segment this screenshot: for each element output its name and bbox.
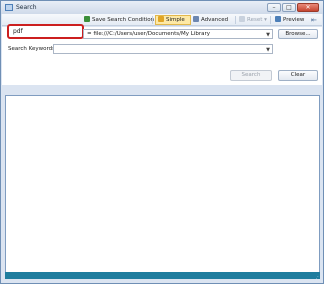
toolbar-divider (270, 16, 271, 24)
reset-button[interactable]: Reset ▾ (239, 15, 267, 25)
simple-mode-label: Simple (166, 17, 185, 23)
advanced-mode-label: Advanced (201, 17, 229, 23)
save-search-condition-label: Save Search Condition (92, 17, 155, 23)
preview-button[interactable]: Preview (275, 15, 304, 25)
preview-label: Preview (283, 17, 305, 23)
titlebar: Search – □ ✕ (1, 1, 323, 14)
close-button[interactable]: ✕ (297, 3, 319, 12)
status-bar (5, 272, 320, 279)
save-condition-icon (84, 16, 90, 22)
toolbar-divider (152, 16, 153, 24)
simple-mode-button[interactable]: Simple (155, 15, 191, 25)
file-type-field[interactable]: pdf (7, 24, 84, 39)
results-pane[interactable] (5, 95, 320, 274)
advanced-icon (193, 16, 199, 22)
search-keywords-combobox[interactable]: ▼ (53, 44, 273, 54)
save-search-condition-button[interactable]: Save Search Condition ▾ (84, 15, 159, 25)
chevron-down-icon: ▾ (264, 17, 267, 23)
maximize-button[interactable]: □ (282, 3, 296, 12)
file-type-value: pdf (13, 28, 23, 35)
search-window-icon (5, 4, 13, 11)
search-keywords-label: Search Keywords: (8, 46, 57, 52)
reset-icon (239, 16, 245, 22)
search-window: Search – □ ✕ Save Search Condition ▾ Sim… (0, 0, 324, 284)
chevron-down-icon[interactable]: ▼ (266, 32, 270, 38)
reset-label: Reset (247, 17, 263, 23)
preview-icon (275, 16, 281, 22)
library-path-value: = file:///C:/Users/user/Documents/My Lib… (87, 31, 210, 37)
pin-icon[interactable]: ⇤ (311, 15, 317, 25)
minimize-button[interactable]: – (267, 3, 281, 12)
library-path-combobox[interactable]: = file:///C:/Users/user/Documents/My Lib… (83, 29, 273, 39)
clear-button[interactable]: Clear (278, 70, 318, 81)
chevron-down-icon[interactable]: ▼ (266, 47, 270, 53)
toolbar-divider (235, 16, 236, 24)
simple-icon (158, 16, 164, 22)
search-button[interactable]: Search (230, 70, 272, 81)
resize-grip-icon[interactable]: ⋰ (314, 276, 319, 282)
advanced-mode-button[interactable]: Advanced (193, 15, 228, 25)
browse-button[interactable]: Browse... (278, 29, 318, 39)
window-title: Search (16, 4, 37, 11)
